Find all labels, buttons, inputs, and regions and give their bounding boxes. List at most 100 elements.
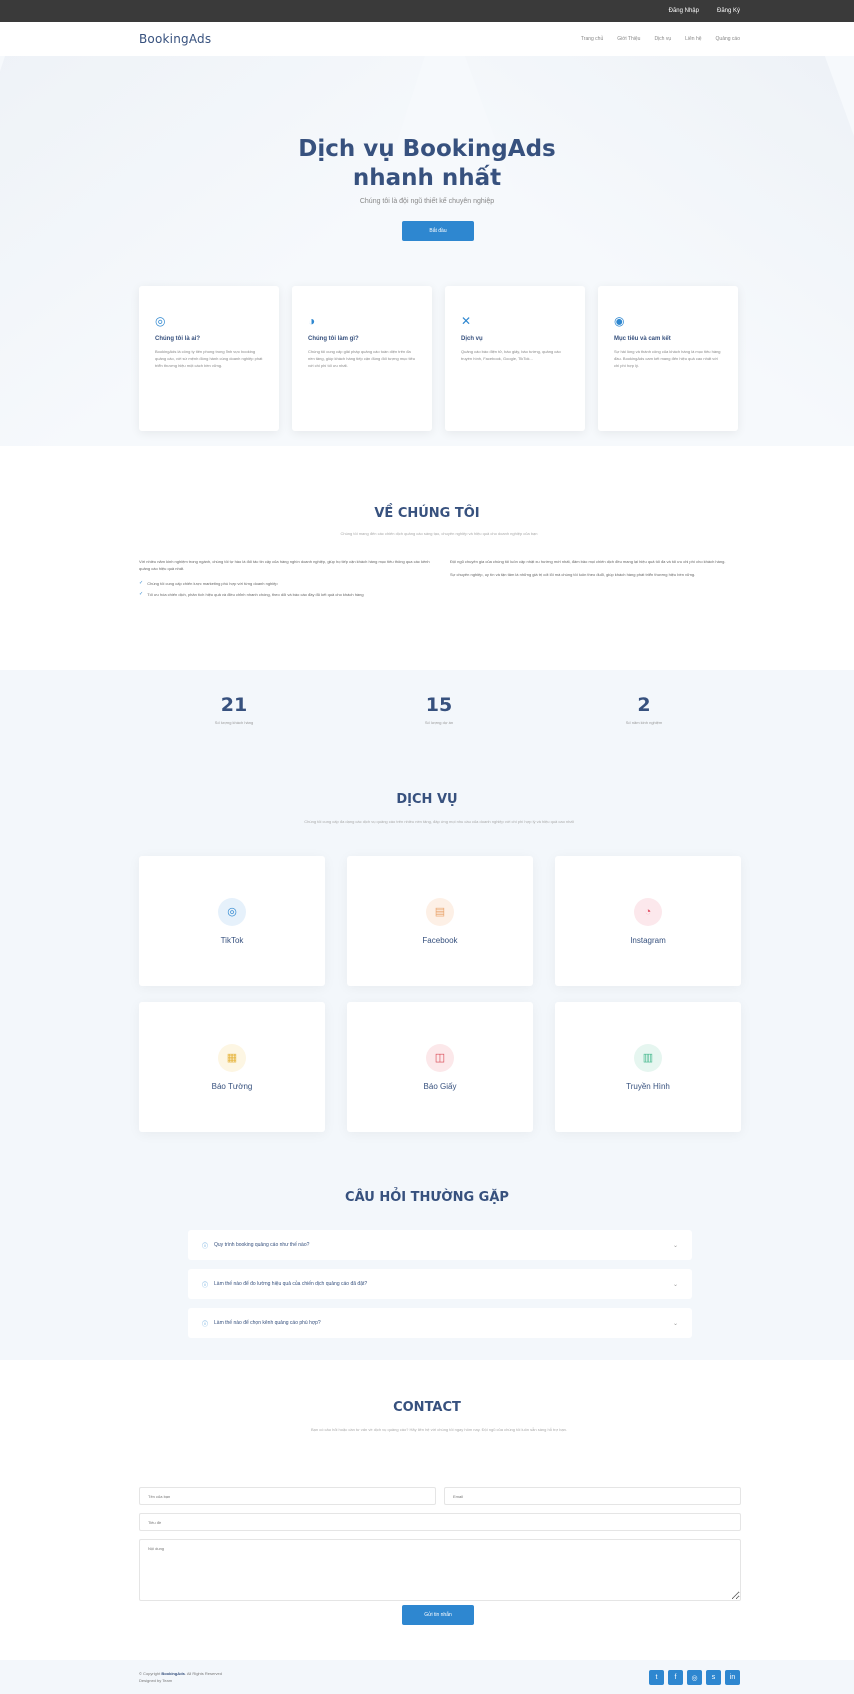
footer-brand: BookingAds bbox=[161, 1671, 185, 1676]
facebook-icon[interactable]: f bbox=[668, 1670, 683, 1685]
service-name: Báo Tường bbox=[211, 1081, 253, 1091]
form-row bbox=[139, 1513, 741, 1531]
site-header: BookingAds Trang chủ Giới Thiệu Dịch vụ … bbox=[0, 22, 854, 56]
service-card-truyen-hinh[interactable]: ▥ Truyền Hình bbox=[555, 1002, 741, 1132]
feature-title: Chúng tôi làm gì? bbox=[308, 336, 359, 342]
service-name: Instagram bbox=[630, 935, 666, 945]
main-nav: Trang chủ Giới Thiệu Dịch vụ Liên hệ Quả… bbox=[581, 36, 740, 42]
chevron-down-icon[interactable]: ⌄ bbox=[673, 1242, 678, 1249]
social-links: t f ◎ s in bbox=[649, 1670, 740, 1685]
service-card-bao-giay[interactable]: ◫ Báo Giấy bbox=[347, 1002, 533, 1132]
service-name: Facebook bbox=[422, 935, 458, 945]
about-left-column: Với nhiều năm kinh nghiệm trong ngành, c… bbox=[139, 558, 434, 602]
hero-subtitle: Chúng tôi là đội ngũ thiết kế chuyên ngh… bbox=[359, 198, 495, 205]
get-started-button[interactable]: Bắt đầu bbox=[402, 221, 474, 241]
service-card-instagram[interactable]: ◔ Instagram bbox=[555, 856, 741, 986]
service-name: Báo Giấy bbox=[423, 1081, 457, 1091]
register-link[interactable]: Đăng Ký bbox=[717, 8, 740, 14]
contact-title: CONTACT bbox=[393, 1400, 461, 1415]
contact-form bbox=[139, 1487, 741, 1609]
feature-card: ◑ Chúng tôi làm gì? Chúng tôi cung cấp g… bbox=[292, 286, 432, 431]
globe-icon: ◎ bbox=[155, 314, 166, 328]
form-row bbox=[139, 1487, 741, 1505]
about-right-column: Đội ngũ chuyên gia của chúng tôi luôn cậ… bbox=[450, 558, 740, 578]
linkedin-icon[interactable]: in bbox=[725, 1670, 740, 1685]
service-name: Truyền Hình bbox=[626, 1081, 670, 1091]
services-title: DỊCH VỤ bbox=[396, 792, 458, 807]
stat-label: Số năm kinh nghiệm bbox=[625, 720, 663, 725]
copyright-suffix: . All Rights Reserved bbox=[184, 1671, 223, 1676]
about-description: Chúng tôi mang đến các chiến dịch quảng … bbox=[340, 531, 538, 536]
list-item: ✓ Chúng tôi cung cấp chiến lược marketing… bbox=[139, 580, 434, 587]
about-paragraph: Sự chuyên nghiệp, uy tín và tận tâm là n… bbox=[450, 572, 696, 577]
service-card-bao-tuong[interactable]: ▦ Báo Tường bbox=[139, 1002, 325, 1132]
feature-card: ◉ Mục tiêu và cam kết Sự hài lòng và thà… bbox=[598, 286, 738, 431]
faq-item[interactable]: ⓘ Làm thế nào để đo lường hiệu quả của c… bbox=[188, 1269, 692, 1299]
email-field[interactable] bbox=[444, 1487, 741, 1505]
speedometer-icon: ◔ bbox=[634, 897, 662, 926]
about-paragraph: Đội ngũ chuyên gia của chúng tôi luôn cậ… bbox=[450, 559, 726, 564]
feature-text: Quảng cáo báo điện tử, báo giấy, báo tườ… bbox=[461, 349, 561, 361]
message-field[interactable] bbox=[139, 1539, 741, 1601]
service-card-tiktok[interactable]: ◎ TikTok bbox=[139, 856, 325, 986]
stat-clients: 21 Số lượng khách hàng bbox=[139, 694, 329, 725]
globe-icon: ◎ bbox=[218, 897, 246, 926]
site-logo[interactable]: BookingAds bbox=[139, 32, 211, 46]
faq-question: Làm thế nào để đo lường hiệu quả của chi… bbox=[214, 1281, 368, 1287]
twitter-icon[interactable]: t bbox=[649, 1670, 664, 1685]
faq-item[interactable]: ⓘ Làm thế nào để chọn kênh quảng cáo phù… bbox=[188, 1308, 692, 1338]
top-bar: Đăng Nhập Đăng Ký bbox=[0, 0, 854, 22]
about-intro: Với nhiều năm kinh nghiệm trong ngành, c… bbox=[139, 559, 430, 571]
faq-list: ⓘ Quy trình booking quảng cáo như thế nà… bbox=[188, 1230, 692, 1347]
stat-label: Số lượng khách hàng bbox=[214, 720, 254, 725]
login-link[interactable]: Đăng Nhập bbox=[669, 8, 699, 14]
feature-title: Chúng tôi là ai? bbox=[155, 336, 200, 342]
stat-projects: 15 Số lượng dự án bbox=[344, 694, 534, 725]
tools-icon: ✕ bbox=[461, 314, 472, 328]
layers-icon: ▦ bbox=[218, 1043, 246, 1072]
nav-home[interactable]: Trang chủ bbox=[581, 36, 603, 42]
stats-row: 21 Số lượng khách hàng 15 Số lượng dự án… bbox=[139, 694, 739, 725]
nav-contact[interactable]: Liên hệ bbox=[685, 36, 701, 42]
site-footer: © Copyright BookingAds. All Rights Reser… bbox=[0, 1660, 854, 1694]
palette-icon: ◑ bbox=[308, 314, 316, 328]
hero-title: Dịch vụ BookingAds nhanh nhất bbox=[0, 135, 854, 193]
send-message-button[interactable]: Gửi tin nhắn bbox=[402, 1605, 474, 1625]
check-icon: ✓ bbox=[139, 591, 144, 597]
nav-services[interactable]: Dịch vụ bbox=[654, 36, 671, 42]
feature-title: Dịch vụ bbox=[461, 336, 483, 342]
stat-years: 2 Số năm kinh nghiệm bbox=[549, 694, 739, 725]
feature-text: Sự hài lòng và thành công của khách hàng… bbox=[614, 349, 721, 368]
skype-icon[interactable]: s bbox=[706, 1670, 721, 1685]
instagram-icon[interactable]: ◎ bbox=[687, 1670, 702, 1685]
bullet-text: Chúng tôi cung cấp chiến lược marketing … bbox=[147, 581, 278, 586]
faq-item[interactable]: ⓘ Quy trình booking quảng cáo như thế nà… bbox=[188, 1230, 692, 1260]
designed-by: Designed by Team bbox=[139, 1678, 173, 1683]
faq-title: CÂU HỎI THƯỜNG GẶP bbox=[345, 1190, 509, 1205]
chevron-down-icon[interactable]: ⌄ bbox=[673, 1320, 678, 1327]
form-row bbox=[139, 1539, 741, 1601]
question-icon: ⓘ bbox=[202, 1282, 209, 1289]
faq-question: Quy trình booking quảng cáo như thế nào? bbox=[214, 1242, 310, 1248]
check-icon: ✓ bbox=[139, 580, 144, 586]
hero-title-line: nhanh nhất bbox=[352, 165, 502, 191]
nav-ads[interactable]: Quảng cáo bbox=[716, 36, 740, 42]
feature-title: Mục tiêu và cam kết bbox=[614, 336, 671, 342]
hero-title-line: Dịch vụ BookingAds bbox=[298, 136, 556, 162]
target-icon: ◉ bbox=[614, 314, 625, 328]
subject-field[interactable] bbox=[139, 1513, 741, 1531]
stat-number: 21 bbox=[220, 694, 248, 716]
about-title: VỀ CHÚNG TÔI bbox=[374, 506, 480, 521]
chevron-down-icon[interactable]: ⌄ bbox=[673, 1281, 678, 1288]
nav-about[interactable]: Giới Thiệu bbox=[617, 36, 640, 42]
feature-card: ◎ Chúng tôi là ai? BookingAds là công ty… bbox=[139, 286, 279, 431]
feature-text: Chúng tôi cung cấp giải pháp quảng cáo t… bbox=[308, 349, 415, 368]
feature-card: ✕ Dịch vụ Quảng cáo báo điện tử, báo giấ… bbox=[445, 286, 585, 431]
question-icon: ⓘ bbox=[202, 1243, 209, 1250]
slideshow-icon: ◫ bbox=[426, 1043, 454, 1072]
stat-number: 2 bbox=[637, 694, 651, 716]
feature-cards: ◎ Chúng tôi là ai? BookingAds là công ty… bbox=[139, 286, 739, 431]
list-item: ✓ Tối ưu hóa chiến dịch, phân tích hiệu q… bbox=[139, 591, 434, 598]
name-field[interactable] bbox=[139, 1487, 436, 1505]
service-card-facebook[interactable]: ▤ Facebook bbox=[347, 856, 533, 986]
